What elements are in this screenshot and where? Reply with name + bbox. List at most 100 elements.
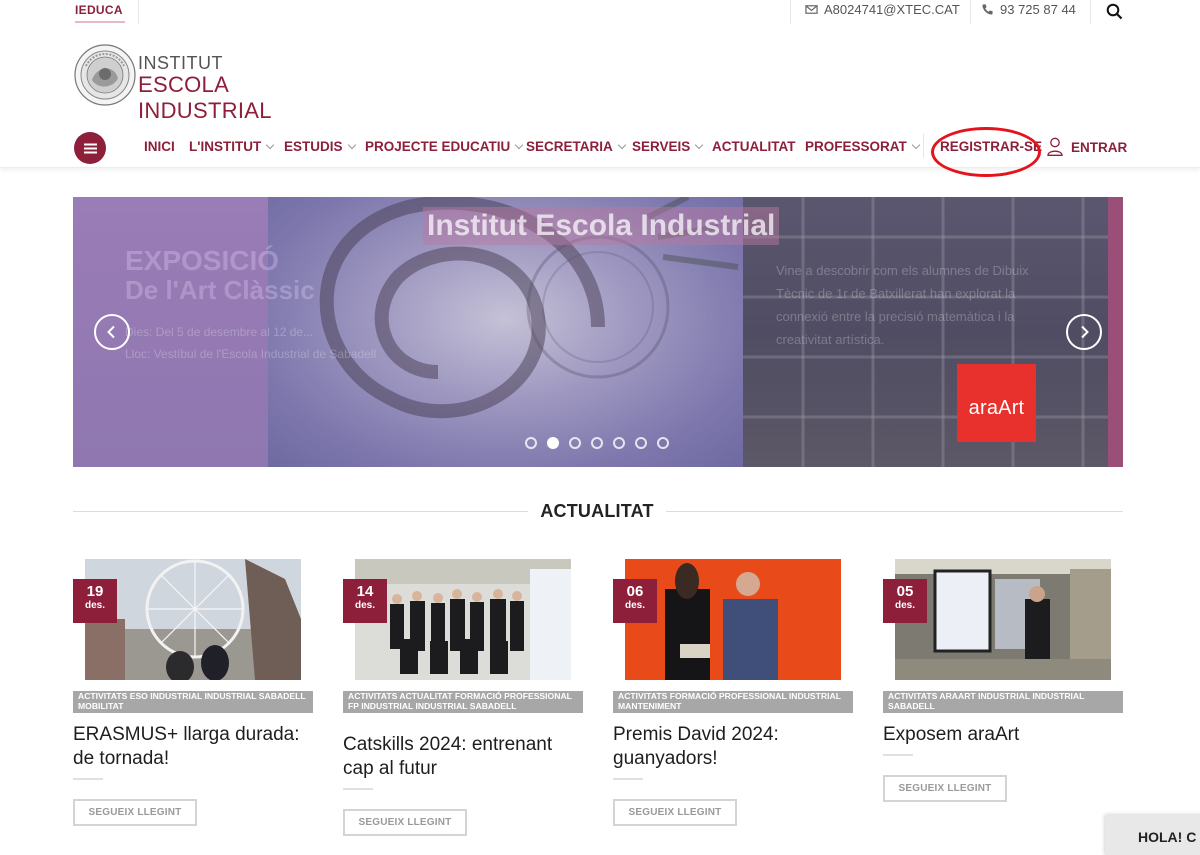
post-title[interactable]: Exposem araArt [883,723,1019,747]
slider-dot[interactable] [525,437,537,449]
chevron-right-icon [1081,325,1089,339]
award-photo-image [625,559,841,680]
post-card: 19 des. ACTIVITATS ESO INDUSTRIAL INDUSTR… [73,559,313,842]
slide-ghost-heading: EXPOSICIÓ [125,245,280,276]
top-divider [790,0,791,24]
section-divider [666,511,1123,512]
post-image[interactable] [355,559,571,680]
nav-divider [923,134,924,158]
date-badge: 14 des. [343,579,387,623]
nav-item-secretaria[interactable]: SECRETARIA [526,139,627,154]
nav-label: ESTUDIS [284,139,343,154]
post-categories[interactable]: ACTIVITATS ACTUALITAT FORMACIÓ PROFESSIO… [343,691,583,713]
slider-next-button[interactable] [1066,314,1102,350]
post-image[interactable] [85,559,301,680]
nav-label: L'INSTITUT [189,139,262,154]
post-categories[interactable]: ACTIVITATS ESO INDUSTRIAL INDUSTRIAL SAB… [73,691,313,713]
nav-label: SECRETARIA [526,139,613,154]
slider-dot[interactable] [657,437,669,449]
chevron-down-icon [911,140,921,149]
slider-dot[interactable] [569,437,581,449]
email-text: A8024741@XTEC.CAT [824,2,960,17]
slider-dot[interactable] [613,437,625,449]
araart-badge: araArt [957,364,1036,442]
slider-dot[interactable] [635,437,647,449]
nav-item-actualitat[interactable]: ACTUALITAT [712,139,795,154]
read-more-button[interactable]: SEGUEIX LLEGINT [883,775,1007,802]
ferris-wheel-image [85,559,301,680]
nav-label: SERVEIS [632,139,691,154]
nav-item-estudis[interactable]: ESTUDIS [284,139,356,154]
slider-dots [525,437,669,449]
post-categories[interactable]: ACTIVITATS ARAART INDUSTRIAL INDUSTRIAL … [883,691,1123,713]
chevron-left-icon [107,325,115,339]
post-title[interactable]: Premis David 2024: guanyadors! [613,723,853,771]
date-badge: 19 des. [73,579,117,623]
read-more-button[interactable]: SEGUEIX LLEGINT [73,799,197,826]
nav-item-serveis[interactable]: SERVEIS [632,139,704,154]
search-icon[interactable] [1106,3,1123,20]
chevron-down-icon [347,140,356,149]
email-contact[interactable]: A8024741@XTEC.CAT [805,2,960,17]
nav-item-projecte-educatiu[interactable]: PROJECTE EDUCATIU [365,139,524,154]
date-day: 14 [356,583,374,600]
slide-edge [1108,197,1123,467]
slide-ghost-description: Vine a descobrir com els alumnes de Dibu… [776,263,1029,347]
slider-dot[interactable] [547,437,559,449]
nav-label: PROJECTE EDUCATIU [365,139,511,154]
chevron-down-icon [695,140,704,149]
slide-title: Institut Escola Industrial [423,207,780,245]
logo-line-institut: INSTITUT [138,53,223,73]
phone-contact[interactable]: 93 725 87 44 [981,2,1076,17]
exhibition-photo-image [895,559,1111,680]
section-divider [73,511,528,512]
top-bar: IEDUCA A8024741@XTEC.CAT 93 725 87 44 [0,0,1200,24]
date-month: des. [84,600,105,611]
section-title: ACTUALITAT [540,501,654,521]
slide-ghost-text: Dies: Del 5 de desembre al 12 de... [125,325,314,339]
post-card: 06 des. ACTIVITATS FORMACIÓ PROFESSIONAL … [613,559,853,842]
hero-slider[interactable]: EXPOSICIÓ De l'Art Clàssic Dies: Del 5 d… [73,197,1123,467]
site-logo[interactable]: INSTITUT ESCOLA INDUSTRIAL [74,44,334,123]
nav-item-professorat[interactable]: PROFESSORAT [805,139,921,154]
date-month: des. [894,600,915,611]
date-day: 19 [86,583,104,600]
post-image[interactable] [625,559,841,680]
slider-dot[interactable] [591,437,603,449]
hamburger-icon [83,143,97,153]
date-month: des. [624,600,645,611]
login-label: ENTRAR [1071,140,1128,155]
read-more-button[interactable]: SEGUEIX LLEGINT [343,809,467,836]
chevron-down-icon [265,140,275,149]
date-badge: 05 des. [883,579,927,623]
slider-prev-button[interactable] [94,314,130,350]
phone-text: 93 725 87 44 [1000,2,1076,17]
title-rule [883,754,913,756]
slide-ghost-subheading: De l'Art Clàssic [125,275,315,305]
date-badge: 06 des. [613,579,657,623]
chat-widget-button[interactable]: HOLA! C [1105,815,1200,855]
ieduca-underline [75,21,125,23]
title-rule [613,778,643,780]
post-title[interactable]: Catskills 2024: entrenant cap al futur [343,733,583,781]
user-icon [1047,137,1063,156]
title-rule [343,788,373,790]
post-card: 05 des. ACTIVITATS ARAART INDUSTRIAL INDU… [883,559,1123,842]
read-more-button[interactable]: SEGUEIX LLEGINT [613,799,737,826]
chevron-down-icon [515,140,524,149]
post-image[interactable] [895,559,1111,680]
hamburger-menu-button[interactable] [74,132,106,164]
top-divider [1090,0,1091,24]
chevron-down-icon [617,140,627,149]
school-seal-icon [74,44,136,106]
top-divider [970,0,971,24]
nav-item-institut[interactable]: L'INSTITUT [189,139,275,154]
envelope-icon [805,5,818,14]
post-categories[interactable]: ACTIVITATS FORMACIÓ PROFESSIONAL INDUSTR… [613,691,853,713]
login-link[interactable]: ENTRAR [1047,137,1127,156]
nav-item-inici[interactable]: INICI [144,139,175,154]
post-title[interactable]: ERASMUS+ llarga durada: de tornada! [73,723,313,771]
date-day: 05 [896,583,914,600]
nav-label: PROFESSORAT [805,139,907,154]
ieduca-link[interactable]: IEDUCA [75,3,123,17]
